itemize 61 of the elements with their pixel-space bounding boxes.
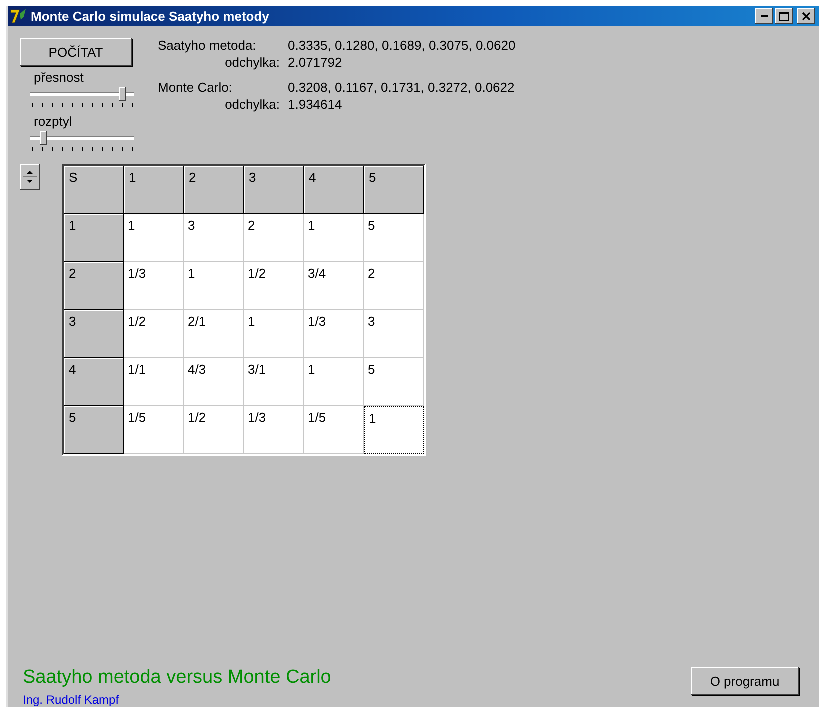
matrix-cell[interactable]: 1 (184, 262, 244, 310)
result-label: Saatyho metoda: (158, 38, 258, 53)
row-header: 2 (64, 262, 124, 310)
result-label: Monte Carlo: (158, 80, 234, 95)
matrix-cell[interactable]: 1/2 (184, 406, 244, 454)
matrix-cell[interactable]: 1/5 (304, 406, 364, 454)
window-title: Monte Carlo simulace Saatyho metody (31, 8, 270, 24)
close-button[interactable] (797, 8, 815, 24)
row-header: 3 (64, 310, 124, 358)
matrix-cell[interactable]: 2 (244, 214, 304, 262)
maximize-icon (779, 12, 789, 20)
matrix-cell[interactable]: 3 (184, 214, 244, 262)
maximize-button[interactable] (775, 8, 793, 24)
matrix-cell[interactable]: 2 (364, 262, 424, 310)
matrix-cell[interactable]: 1 (304, 358, 364, 406)
minimize-icon (760, 15, 768, 17)
column-header: 1 (124, 166, 184, 214)
matrix-cell[interactable]: 1/3 (304, 310, 364, 358)
deviation-value: 1.934614 (288, 97, 342, 112)
slider-label: přesnost (34, 70, 85, 87)
matrix-cell[interactable]: 1 (304, 214, 364, 262)
slider-label: rozptyl (34, 114, 74, 131)
matrix-cell[interactable]: 1 (364, 406, 424, 454)
close-icon (802, 12, 810, 20)
author-name: Ing. Rudolf Kampf (23, 693, 120, 707)
matrix-cell[interactable]: 5 (364, 358, 424, 406)
column-header: 3 (244, 166, 304, 214)
matrix-cell[interactable]: 5 (364, 214, 424, 262)
deviation-label: odchylka: (224, 97, 281, 112)
matrix-cell[interactable]: 2/1 (184, 310, 244, 358)
row-header: 4 (64, 358, 124, 406)
footer-title: Saatyho metoda versus Monte Carlo (23, 667, 332, 689)
spin-button[interactable] (20, 164, 40, 190)
about-button[interactable]: O programu (691, 667, 799, 695)
matrix-cell[interactable]: 1/3 (124, 262, 184, 310)
row-header: 1 (64, 214, 124, 262)
matrix-cell[interactable]: 1 (124, 214, 184, 262)
matrix-cell[interactable]: 3 (364, 310, 424, 358)
header-cell: S (64, 166, 124, 214)
column-header: 2 (184, 166, 244, 214)
matrix-cell[interactable]: 4/3 (184, 358, 244, 406)
matrix-cell[interactable]: 1 (244, 310, 304, 358)
minimize-button[interactable] (755, 8, 773, 24)
app-logo-icon (10, 8, 28, 24)
deviation-value: 2.071792 (288, 55, 342, 70)
result-value: 0.3335, 0.1280, 0.1689, 0.3075, 0.0620 (288, 38, 516, 53)
matrix-cell[interactable]: 1/5 (124, 406, 184, 454)
result-value: 0.3208, 0.1167, 0.1731, 0.3272, 0.0622 (288, 80, 515, 95)
column-header: 4 (304, 166, 364, 214)
matrix-cell[interactable]: 1/1 (124, 358, 184, 406)
matrix-cell[interactable]: 3/1 (244, 358, 304, 406)
compute-button[interactable]: POČÍTAT (20, 38, 132, 66)
matrix-cell[interactable]: 1/3 (244, 406, 304, 454)
deviation-label: odchylka: (224, 55, 281, 70)
slider-thumb[interactable] (40, 131, 47, 145)
matrix-cell[interactable]: 1/2 (244, 262, 304, 310)
column-header: 5 (364, 166, 424, 214)
row-header: 5 (64, 406, 124, 454)
matrix-cell[interactable]: 1/2 (124, 310, 184, 358)
matrix-cell[interactable]: 3/4 (304, 262, 364, 310)
slider-thumb[interactable] (119, 87, 126, 101)
